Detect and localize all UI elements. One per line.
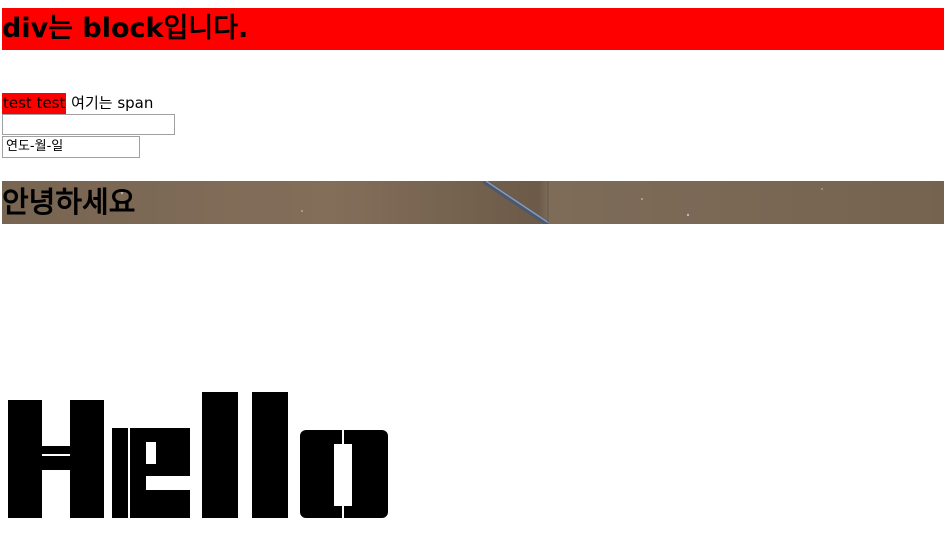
page: div는 block입니다. test test 여기는 span 연도-월-일	[0, 0, 950, 543]
date-input-placeholder: 연도-월-일	[6, 139, 64, 154]
plain-span: 여기는 span	[71, 94, 154, 112]
span-row: test test 여기는 span	[2, 93, 153, 114]
banner: 안녕하세요	[2, 181, 944, 224]
block-heading: div는 block입니다.	[2, 8, 944, 50]
hello-letter-l2	[252, 392, 288, 518]
hello-letter-l1	[202, 392, 238, 518]
hello-letter-e	[112, 428, 190, 518]
date-input[interactable]: 연도-월-일	[2, 136, 140, 158]
banner-title: 안녕하세요	[2, 185, 136, 219]
text-input[interactable]	[2, 114, 175, 135]
hello-letter-h	[8, 400, 104, 518]
red-span: test test	[2, 93, 67, 114]
hello-stencil-text	[8, 392, 388, 518]
banner-photo	[2, 181, 944, 224]
hello-letter-o	[300, 430, 388, 518]
